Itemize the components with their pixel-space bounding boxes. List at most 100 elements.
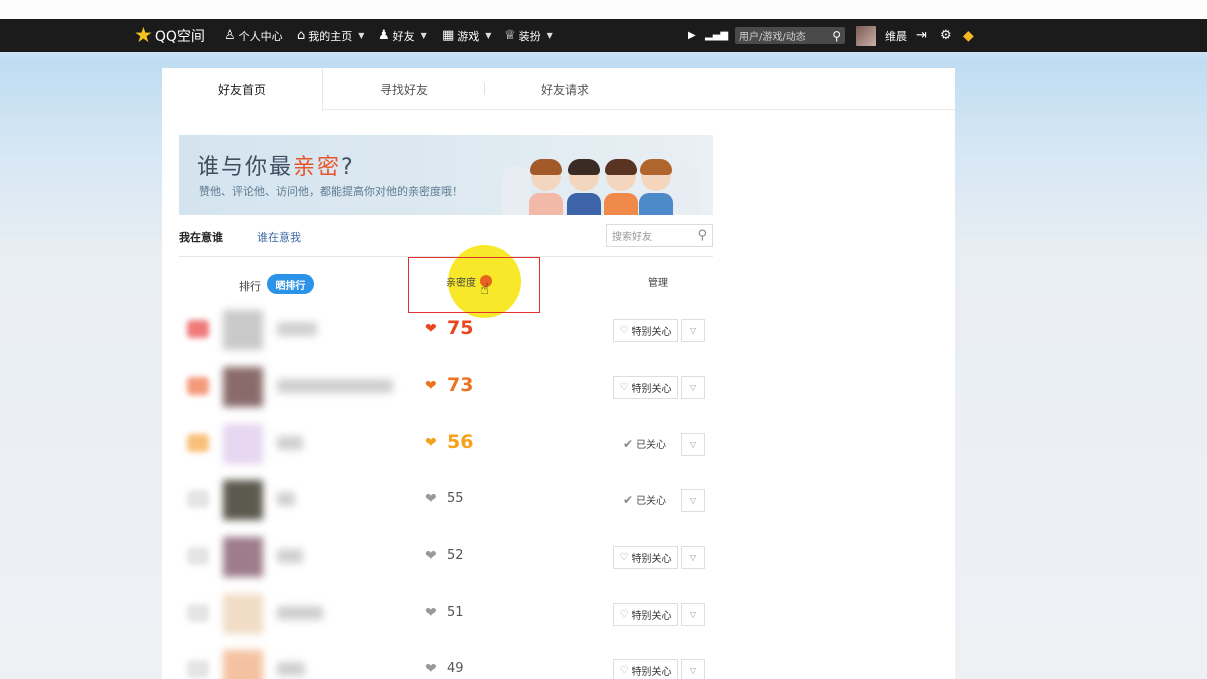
friend-avatar[interactable] xyxy=(223,537,263,577)
top-navbar: ★ QQ空间 ♙ 个人中心 ⌂ 我的主页 ▼ ♟ 好友 ▼ ▦ 游戏 ▼ ♕ 装… xyxy=(0,19,1207,52)
nav-friends[interactable]: ♟ 好友 ▼ xyxy=(378,28,427,44)
nav-decorate[interactable]: ♕ 装扮 ▼ xyxy=(504,28,553,44)
more-dropdown-button[interactable]: ▽ xyxy=(681,659,705,679)
heart-outline-icon: ♡ xyxy=(619,552,629,563)
nav-my-homepage[interactable]: ⌂ 我的主页 ▼ xyxy=(297,28,364,44)
intimacy-score: 75 xyxy=(447,317,474,339)
heart-icon: ❤ xyxy=(425,661,437,677)
heart-icon: ❤ xyxy=(425,435,437,451)
friend-row[interactable]: ❤ 52 ♡ 特别关心 ▽ xyxy=(179,529,713,585)
heart-icon: ❤ xyxy=(425,605,437,621)
friend-avatar[interactable] xyxy=(223,650,263,679)
username-label[interactable]: 维晨 xyxy=(885,28,907,44)
subtab-who-cares-me[interactable]: 谁在意我 xyxy=(257,229,301,245)
person-icon: ♙ xyxy=(224,28,236,43)
friend-name[interactable] xyxy=(277,606,323,620)
friend-name[interactable] xyxy=(277,436,303,450)
more-dropdown-button[interactable]: ▽ xyxy=(681,433,705,456)
caret-down-icon: ▼ xyxy=(358,31,365,40)
tab-friend-requests[interactable]: 好友请求 xyxy=(485,68,645,110)
checkmark-icon: ✔ xyxy=(623,436,634,451)
cared-status[interactable]: ✔ 已关心 xyxy=(623,492,666,508)
more-dropdown-button[interactable]: ▽ xyxy=(681,376,705,399)
search-icon[interactable]: ⚲ xyxy=(697,228,707,243)
cared-status[interactable]: ✔ 已关心 xyxy=(623,436,666,452)
special-care-button[interactable]: ♡ 特别关心 xyxy=(613,546,678,569)
friend-row[interactable]: ❤ 75 ♡ 特别关心 ▽ xyxy=(179,302,713,358)
chevron-down-icon: ▽ xyxy=(689,553,697,562)
friend-row[interactable]: ❤ 73 ♡ 特别关心 ▽ xyxy=(179,359,713,415)
friends-tabs: 好友首页 寻找好友 好友请求 xyxy=(162,68,955,111)
friends-panel: 好友首页 寻找好友 好友请求 谁与你最亲密? 赞他、评论他、访问他，都能提高你对… xyxy=(162,68,955,679)
friend-avatar[interactable] xyxy=(223,424,263,464)
more-dropdown-button[interactable]: ▽ xyxy=(681,603,705,626)
nav-personal-center[interactable]: ♙ 个人中心 xyxy=(224,28,283,44)
special-care-button[interactable]: ♡ 特别关心 xyxy=(613,376,678,399)
banner-subtitle: 赞他、评论他、访问他，都能提高你对他的亲密度哦！ xyxy=(199,185,463,198)
more-dropdown-button[interactable]: ▽ xyxy=(681,546,705,569)
nav-games[interactable]: ▦ 游戏 ▼ xyxy=(442,28,491,44)
special-care-button[interactable]: ♡ 特别关心 xyxy=(613,319,678,342)
subtab-who-i-care[interactable]: 我在意谁 xyxy=(179,229,223,245)
chevron-down-icon: ▽ xyxy=(689,440,697,449)
share-rank-button[interactable]: 晒排行 xyxy=(267,274,314,294)
friend-avatar[interactable] xyxy=(223,594,263,634)
search-icon[interactable]: ⚲ xyxy=(832,29,841,43)
heart-icon: ❤ xyxy=(425,548,437,564)
friend-row[interactable]: ❤ 55 ✔ 已关心 ▽ xyxy=(179,472,713,528)
special-care-button[interactable]: ♡ 特别关心 xyxy=(613,659,678,679)
rank-badge xyxy=(187,604,209,622)
grid-icon: ▦ xyxy=(442,28,455,43)
caret-down-icon: ▼ xyxy=(485,31,492,40)
gear-icon[interactable]: ⚙ xyxy=(940,28,952,43)
friend-name[interactable] xyxy=(277,662,305,676)
checkmark-icon: ✔ xyxy=(623,492,634,507)
friend-name[interactable] xyxy=(277,492,295,506)
global-search-input[interactable]: 用户/游戏/动态 ⚲ xyxy=(735,27,845,44)
rank-badge xyxy=(187,490,209,508)
more-dropdown-button[interactable]: ▽ xyxy=(681,319,705,342)
heart-icon: ❤ xyxy=(425,378,437,394)
diamond-icon[interactable]: ◆ xyxy=(963,28,974,44)
heart-icon: ❤ xyxy=(425,321,437,337)
chevron-down-icon: ▽ xyxy=(689,666,697,675)
intimacy-score: 49 xyxy=(447,661,464,676)
friends-icon: ♟ xyxy=(378,28,390,43)
friend-row[interactable]: ❤ 49 ♡ 特别关心 ▽ xyxy=(179,642,713,679)
heart-outline-icon: ♡ xyxy=(619,609,629,620)
friend-search-input[interactable]: 搜索好友 ⚲ xyxy=(606,224,713,247)
shirt-icon: ♕ xyxy=(504,28,516,43)
friend-name[interactable] xyxy=(277,379,393,393)
qzone-logo[interactable]: ★ QQ空间 xyxy=(134,19,205,52)
friend-row[interactable]: ❤ 56 ✔ 已关心 ▽ xyxy=(179,416,713,472)
star-logo-icon: ★ xyxy=(134,23,153,47)
rank-badge xyxy=(187,320,209,338)
special-care-button[interactable]: ♡ 特别关心 xyxy=(613,603,678,626)
heart-icon: ❤ xyxy=(425,491,437,507)
user-avatar[interactable] xyxy=(856,25,876,46)
friend-row[interactable]: ❤ 51 ♡ 特别关心 ▽ xyxy=(179,586,713,642)
intimacy-score: 55 xyxy=(447,491,464,506)
intimacy-score: 73 xyxy=(447,374,474,396)
intimacy-banner: 谁与你最亲密? 赞他、评论他、访问他，都能提高你对他的亲密度哦！ xyxy=(179,135,713,215)
rank-badge xyxy=(187,434,209,452)
chevron-down-icon: ▽ xyxy=(689,496,697,505)
intimacy-score: 56 xyxy=(447,431,474,453)
play-icon[interactable]: ▶ xyxy=(688,30,696,41)
hand-cursor-icon: ☝ xyxy=(480,280,490,298)
more-dropdown-button[interactable]: ▽ xyxy=(681,489,705,512)
logout-icon[interactable]: ⇥ xyxy=(916,28,927,43)
intimacy-header[interactable]: 亲密度 xyxy=(446,274,476,289)
chevron-down-icon: ▽ xyxy=(689,610,697,619)
rank-badge xyxy=(187,377,209,395)
friend-avatar[interactable] xyxy=(223,367,263,407)
tab-friends-home[interactable]: 好友首页 xyxy=(162,68,323,111)
friend-avatar[interactable] xyxy=(223,310,263,350)
friend-name[interactable] xyxy=(277,549,303,563)
caret-down-icon: ▼ xyxy=(420,31,427,40)
friend-avatar[interactable] xyxy=(223,480,263,520)
tab-find-friends[interactable]: 寻找好友 xyxy=(323,68,485,110)
friend-name[interactable] xyxy=(277,322,317,336)
signal-bars-icon[interactable]: ▂▄▆ xyxy=(705,30,728,41)
rank-header: 排行 xyxy=(239,280,261,293)
